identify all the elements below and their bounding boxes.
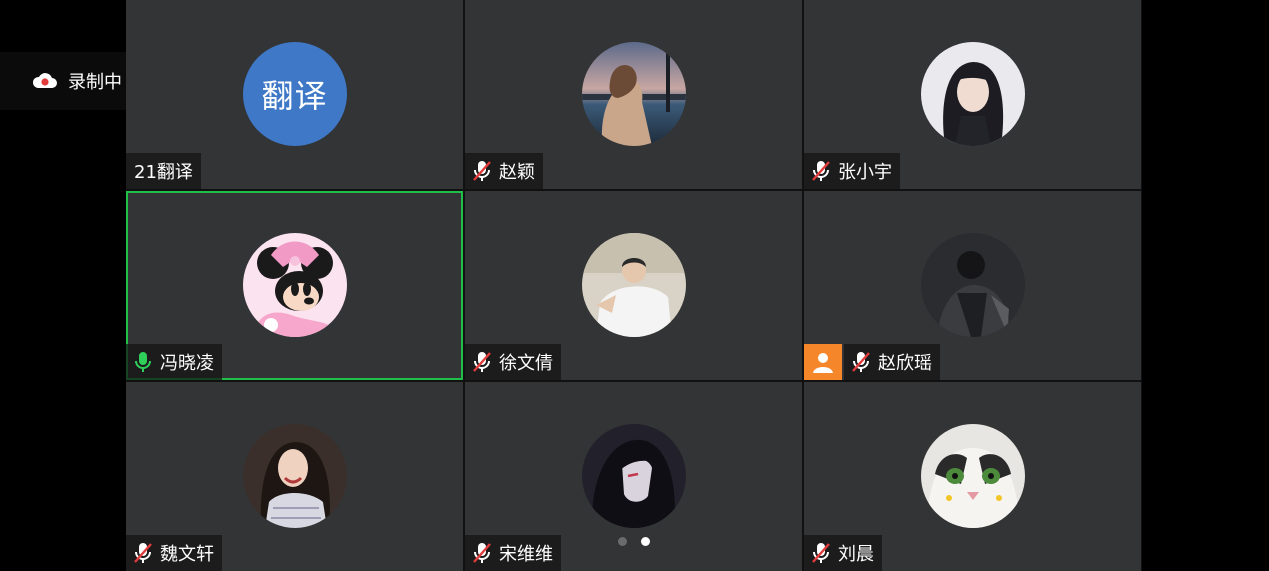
avatar <box>581 424 686 528</box>
mic-muted-icon[interactable] <box>471 350 493 374</box>
participant-tile[interactable]: 翻译 21翻译 <box>126 0 463 189</box>
participant-tile[interactable]: 赵颖 <box>465 0 802 189</box>
participant-tile[interactable]: 赵欣瑶 <box>804 191 1141 380</box>
participant-tile[interactable]: 张小宇 <box>804 0 1141 189</box>
mic-muted-icon[interactable] <box>810 541 832 565</box>
participant-tile[interactable]: 徐文倩 <box>465 191 802 380</box>
participant-name: 宋维维 <box>499 544 553 565</box>
participant-name: 魏文轩 <box>160 544 214 565</box>
participant-name: 赵欣瑶 <box>878 353 932 374</box>
participant-name: 21翻译 <box>134 162 193 183</box>
nameplate: 张小宇 <box>804 153 900 189</box>
participant-grid: 翻译 21翻译 赵颖 张小宇 冯晓凌 徐文倩 赵欣瑶 魏文轩 宋维维 刘晨 <box>126 0 1142 571</box>
participant-tile[interactable]: 冯晓凌 <box>126 191 463 380</box>
nameplate: 冯晓凌 <box>126 344 222 380</box>
avatar <box>242 424 347 528</box>
page-indicator[interactable] <box>618 537 650 546</box>
cloud-record-icon <box>32 72 58 90</box>
mic-muted-icon[interactable] <box>471 541 493 565</box>
participant-name: 赵颖 <box>499 162 535 183</box>
nameplate: 21翻译 <box>126 153 201 189</box>
avatar <box>920 424 1025 528</box>
mic-muted-icon[interactable] <box>850 350 872 374</box>
participant-name: 徐文倩 <box>499 353 553 374</box>
recording-indicator[interactable]: 录制中 <box>0 52 136 110</box>
avatar: 翻译 <box>242 42 347 146</box>
mic-muted-icon[interactable] <box>471 159 493 183</box>
mic-muted-icon[interactable] <box>810 159 832 183</box>
participant-tile[interactable]: 刘晨 <box>804 382 1141 571</box>
participant-name: 刘晨 <box>838 544 874 565</box>
user-icon <box>804 344 842 380</box>
avatar <box>920 42 1025 146</box>
participant-name: 冯晓凌 <box>160 353 214 374</box>
nameplate: 刘晨 <box>804 535 882 571</box>
avatar <box>242 233 347 337</box>
nameplate: 宋维维 <box>465 535 561 571</box>
recording-label: 录制中 <box>68 72 122 93</box>
nameplate: 徐文倩 <box>465 344 561 380</box>
nameplate: 赵欣瑶 <box>844 344 940 380</box>
avatar <box>581 233 686 337</box>
mic-active-icon[interactable] <box>132 350 154 374</box>
nameplate: 赵颖 <box>465 153 543 189</box>
mic-muted-icon[interactable] <box>132 541 154 565</box>
nameplate: 魏文轩 <box>126 535 222 571</box>
page-dot[interactable] <box>618 537 627 546</box>
participant-tile[interactable]: 魏文轩 <box>126 382 463 571</box>
participant-name: 张小宇 <box>838 162 892 183</box>
avatar <box>920 233 1025 337</box>
avatar <box>581 42 686 146</box>
page-dot-active[interactable] <box>641 537 650 546</box>
